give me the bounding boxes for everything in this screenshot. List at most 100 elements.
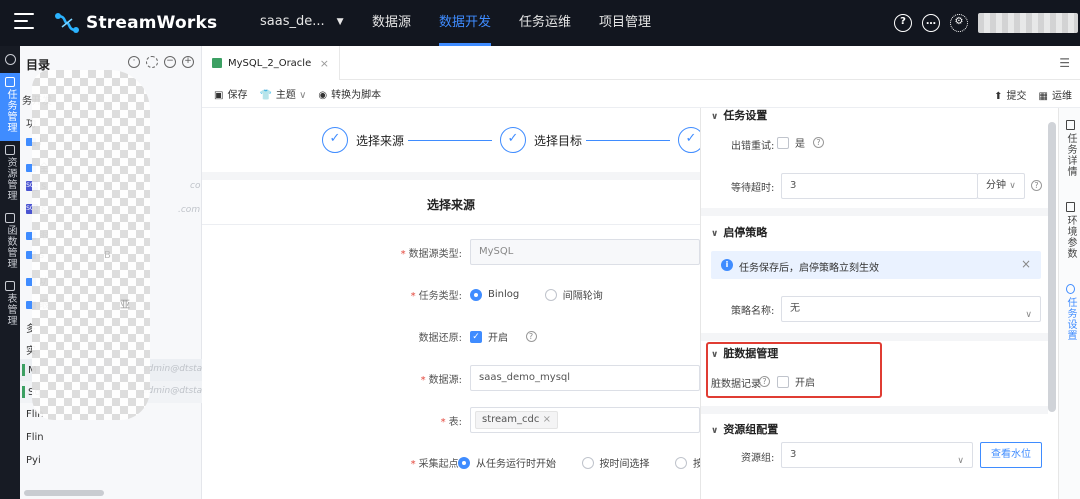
step-label: 选择目标 [534,133,583,148]
vtab-task-details[interactable]: 任务详情 [1059,120,1080,181]
tree-owner: admin@dtstac [142,364,208,374]
task-icon [5,77,15,87]
section-start-stop[interactable]: ∨ 启停策略 [711,224,767,240]
step-select-source[interactable]: ✓ 选择来源 [322,127,404,153]
vtab-label: 任务设置 [1065,297,1076,341]
save-button[interactable]: ▣ 保存 [214,86,247,101]
rail-task-mgmt[interactable]: 任务管理 [0,73,20,141]
task-type-radios: Binlog 间隔轮询 [470,287,625,302]
help-icon[interactable]: ? [1031,180,1042,191]
tab-mysql-2-oracle[interactable]: MySQL_2_Oracle × [202,46,340,80]
directory-scrollbar[interactable] [24,490,104,496]
list-icon[interactable]: ☰ [1059,56,1070,70]
form-row-datasource: * 数据源: saas_demo_mysql [202,365,700,391]
message-icon[interactable]: … [922,14,940,32]
close-icon[interactable]: × [543,414,551,425]
submit-label: 提交 [1006,91,1027,102]
table-tag: stream_cdc × [475,411,558,429]
radio-interval-poll[interactable] [544,288,557,301]
radio-from-runtime[interactable] [458,456,470,469]
ops-label: 运维 [1052,91,1072,102]
project-selector[interactable]: saas_de... ▼ [260,14,344,29]
user-avatar[interactable] [978,13,1078,33]
step-select-target[interactable]: ✓ 选择目标 [500,127,582,153]
rail-label: 任务管理 [5,89,16,133]
ops-button[interactable]: ▦ 运维 [1039,87,1072,102]
view-watermark-button[interactable]: 查看水位 [980,442,1042,468]
tab-label: MySQL_2_Oracle [228,57,312,69]
strategy-select[interactable]: 无 ∨ [781,296,1041,322]
tree-item[interactable]: Pyi [26,455,41,466]
section-divider [701,333,1048,341]
submit-button[interactable]: ⬆ 提交 [994,87,1026,102]
resource-group-select[interactable]: 3 ∨ [781,442,973,468]
source-type-select[interactable]: MySQL [470,239,700,265]
restore-checkbox[interactable]: ✓ [470,330,482,343]
radio-binlog[interactable] [470,288,482,301]
locate-icon[interactable]: · [128,56,140,68]
nav-datasource[interactable]: 数据源 [358,0,425,46]
rail-resource-mgmt[interactable]: 资源管理 [0,141,20,209]
section-label: 启停策略 [723,226,768,239]
nav-project-mgmt[interactable]: 项目管理 [585,0,665,46]
settings-scrollbar[interactable] [1048,122,1056,412]
refresh-icon[interactable] [146,56,158,68]
add-icon[interactable]: + [182,56,194,68]
retry-checkbox[interactable] [777,136,789,149]
theme-button[interactable]: 👕 主题 ∨ [259,86,306,101]
editor-toolbar: ▣ 保存 👕 主题 ∨ ◉ 转换为脚本 ⬆ 提交 ▦ 运维 [202,80,1080,108]
tree-item: B [104,250,111,261]
radio-label: 间隔轮询 [562,291,603,302]
help-icon[interactable]: ? [759,376,770,387]
checkbox-label: 是 [795,139,805,150]
chevron-down-icon: ∨ [711,350,719,360]
search-icon[interactable] [0,46,20,73]
checkbox-label: 开启 [488,333,508,344]
field-label: * 采集起点: [410,459,462,470]
convert-to-script-button[interactable]: ◉ 转换为脚本 [318,86,381,101]
help-icon[interactable]: ? [813,137,824,148]
vtab-env-params[interactable]: 环境参数 [1059,202,1080,263]
form-row-source-type: * 数据源类型: MySQL [202,239,700,265]
help-icon[interactable]: ? [525,331,537,342]
app-logo[interactable]: StreamWorks [54,11,217,35]
section-task-settings[interactable]: ∨ 任务设置 [711,108,767,123]
section-resource-group[interactable]: ∨ 资源组配置 [711,421,778,437]
timeout-input[interactable]: 3 [781,173,978,199]
dirty-record-checkbox[interactable] [777,375,789,388]
document-icon [1065,120,1075,130]
section-dirty-data[interactable]: ∨ 脏数据管理 [711,345,778,361]
field-label: * 任务类型: [410,291,462,302]
project-name: saas_de... [260,14,325,29]
close-icon[interactable]: × [320,57,329,70]
collapse-icon[interactable]: − [164,56,176,68]
close-icon[interactable]: × [1021,257,1031,271]
notice-text: 任务保存后，启停策略立刻生效 [739,263,879,274]
radio-by-time[interactable] [581,456,594,469]
table-select[interactable]: stream_cdc × [470,407,700,433]
label-text: 表: [448,417,462,428]
vtab-task-settings[interactable]: 任务设置 [1059,284,1080,345]
divider [202,224,700,225]
section-label: 脏数据管理 [723,347,779,360]
card-title: 选择来源 [426,198,475,212]
datasource-select[interactable]: saas_demo_mysql [470,365,700,391]
rail-table-mgmt[interactable]: 表管理 [0,277,20,334]
help-icon[interactable]: ? [894,14,912,32]
nav-data-dev[interactable]: 数据开发 [425,0,505,46]
rail-function-mgmt[interactable]: 函数管理 [0,209,20,277]
source-card: 选择来源 * 数据源类型: MySQL * 任务类型: Binlog 间隔轮询 数据… [202,180,723,499]
tree-item[interactable]: Flin [26,432,44,443]
radio-by-file[interactable] [675,456,687,469]
label-text: 数据源类型: [408,249,462,260]
nav-task-ops[interactable]: 任务运维 [505,0,585,46]
menu-icon[interactable] [14,13,34,31]
timeout-unit-select[interactable]: 分钟 ∨ [977,173,1025,199]
vtab-label: 环境参数 [1065,215,1076,259]
left-rail: 任务管理 资源管理 函数管理 表管理 [0,46,20,499]
gear-icon[interactable]: ⚙ [950,14,968,32]
steps: ✓ 选择来源 ✓ 选择目标 ✓ [202,108,704,172]
flow-task-icon [212,58,222,68]
convert-label: 转换为脚本 [331,90,382,101]
field-label: * 表: [440,417,462,428]
